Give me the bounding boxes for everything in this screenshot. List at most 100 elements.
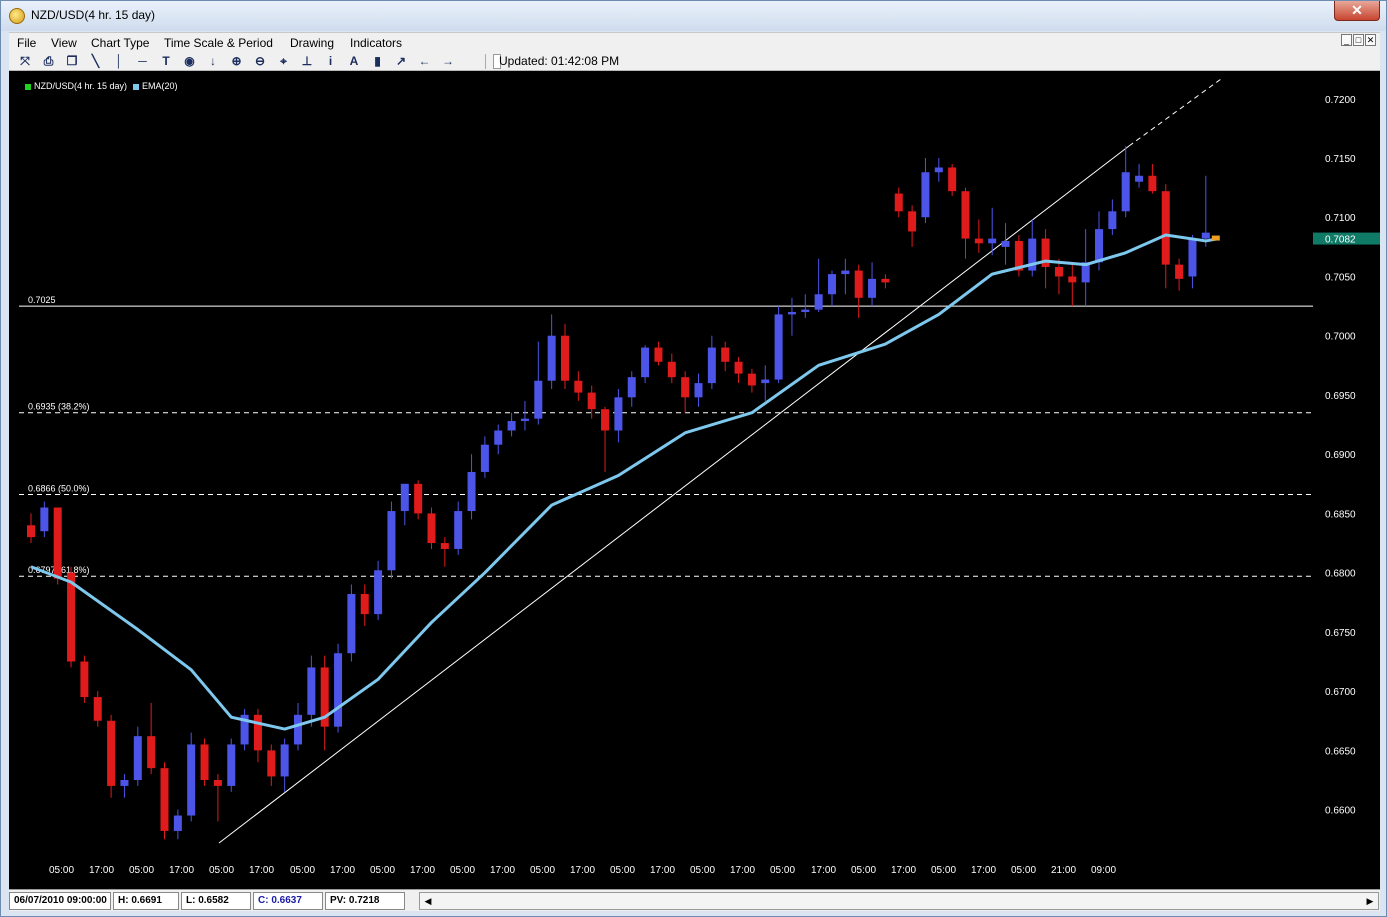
x-tick-label: 17:00 xyxy=(570,865,595,876)
candle-body xyxy=(467,471,476,512)
horizontal-line-icon[interactable]: ─ xyxy=(135,54,151,68)
x-tick-label: 05:00 xyxy=(450,865,475,876)
candle-body xyxy=(707,347,716,384)
toolbar-separator xyxy=(485,54,486,69)
horizontal-scrollbar[interactable]: ◀ ▶ xyxy=(419,892,1379,910)
x-tick-label: 05:00 xyxy=(530,865,555,876)
candle-body xyxy=(1175,264,1184,279)
circle-icon[interactable]: ◉ xyxy=(182,54,198,68)
pointer-icon[interactable]: ⤧ xyxy=(17,54,33,68)
baseline-icon[interactable]: ⊥ xyxy=(299,54,315,68)
candle-body xyxy=(574,380,583,393)
level-label: 0.6935 (38.2%) xyxy=(28,402,90,412)
candle-body xyxy=(374,570,383,615)
x-tick-label: 09:00 xyxy=(1091,865,1116,876)
candle-body xyxy=(894,193,903,212)
mdi-controls: _ □ ✕ xyxy=(1341,34,1376,48)
price-chart[interactable]: NZD/USD(4 hr. 15 day) EMA(20) 0.7200 0.71… xyxy=(9,71,1380,889)
y-tick-label: 0.7100 xyxy=(1325,213,1356,224)
print-icon[interactable]: ⎙ xyxy=(41,54,57,68)
title-bar[interactable]: NZD/USD(4 hr. 15 day) ✕ xyxy=(1,1,1386,31)
menu-drawing[interactable]: Drawing xyxy=(290,36,334,50)
copy-icon[interactable]: ❐ xyxy=(64,54,80,68)
info-icon[interactable]: i xyxy=(323,54,339,68)
y-tick-label: 0.6650 xyxy=(1325,746,1356,757)
y-tick-label: 0.6600 xyxy=(1325,806,1356,817)
candle-body xyxy=(454,511,463,549)
candle-body xyxy=(974,238,983,244)
candle-body xyxy=(681,377,690,398)
candle-body xyxy=(280,744,289,777)
status-high: H: 0.6691 xyxy=(113,892,179,910)
candle-body xyxy=(1068,276,1077,283)
x-tick-label: 05:00 xyxy=(610,865,635,876)
down-arrow-icon[interactable]: ↓ xyxy=(205,54,221,68)
candle-body xyxy=(587,392,596,410)
menu-time-scale[interactable]: Time Scale & Period xyxy=(164,36,273,50)
menu-chart-type[interactable]: Chart Type xyxy=(91,36,149,50)
x-tick-label: 05:00 xyxy=(690,865,715,876)
candle-body xyxy=(747,373,756,386)
fit-icon[interactable]: ⌖ xyxy=(276,54,292,68)
x-tick-label: 17:00 xyxy=(891,865,916,876)
candle-body xyxy=(841,270,850,275)
zoom-in-icon[interactable]: ⊕ xyxy=(229,54,245,68)
menu-view[interactable]: View xyxy=(51,36,77,50)
candle-body xyxy=(494,430,503,445)
x-tick-label: 17:00 xyxy=(490,865,515,876)
chart-canvas[interactable]: 0.7200 0.7150 0.7100 0.7050 0.7000 0.6950 0.69… xyxy=(9,71,1380,889)
candle-body xyxy=(27,525,35,538)
candle-body xyxy=(561,335,569,381)
y-tick-label: 0.7150 xyxy=(1325,154,1356,165)
x-tick-label: 21:00 xyxy=(1051,865,1076,876)
mdi-restore-button[interactable]: □ xyxy=(1353,34,1364,46)
vertical-line-icon[interactable]: │ xyxy=(111,54,127,68)
menu-bar: File View Chart Type Time Scale & Period… xyxy=(9,32,1380,52)
candle-body xyxy=(534,380,543,419)
chart-legend: NZD/USD(4 hr. 15 day) EMA(20) xyxy=(25,81,178,91)
scroll-left-button[interactable]: ◀ xyxy=(420,893,436,909)
candle-body xyxy=(387,511,396,571)
x-tick-label: 05:00 xyxy=(290,865,315,876)
candle-body xyxy=(400,483,409,512)
legend-item-price: NZD/USD(4 hr. 15 day) xyxy=(25,81,127,91)
y-tick-label: 0.6700 xyxy=(1325,687,1356,698)
x-tick-label: 17:00 xyxy=(730,865,755,876)
candle-body xyxy=(854,270,863,298)
mdi-minimize-button[interactable]: _ xyxy=(1341,34,1352,46)
candle-body xyxy=(908,211,917,232)
candle-body xyxy=(1108,211,1117,230)
candle-body xyxy=(1201,232,1210,239)
menu-file[interactable]: File xyxy=(17,36,36,50)
candle-body xyxy=(253,714,262,751)
candle-body xyxy=(694,383,703,398)
current-bar-marker xyxy=(1211,235,1220,241)
bar-chart-icon[interactable]: ▮ xyxy=(370,54,386,68)
candle-body xyxy=(961,191,970,239)
candle-body xyxy=(1148,175,1157,192)
zoom-out-icon[interactable]: ⊖ xyxy=(252,54,268,68)
close-button[interactable]: ✕ xyxy=(1334,1,1380,21)
y-tick-label: 0.6850 xyxy=(1325,509,1356,520)
legend-item-ema: EMA(20) xyxy=(133,81,178,91)
trendline-icon[interactable]: ╲ xyxy=(88,54,104,68)
status-pv: PV: 0.7218 xyxy=(325,892,405,910)
updated-time: Updated: 01:42:08 PM xyxy=(499,54,620,68)
font-icon[interactable]: A xyxy=(346,54,362,68)
text-icon[interactable]: T xyxy=(158,54,174,68)
candle-body xyxy=(200,744,209,780)
x-tick-label: 17:00 xyxy=(650,865,675,876)
level-label: 0.7025 xyxy=(28,295,56,305)
scroll-left-icon[interactable]: ← xyxy=(417,54,433,68)
x-tick-label: 05:00 xyxy=(851,865,876,876)
candle-body xyxy=(267,750,276,777)
candle-body xyxy=(480,444,489,472)
candle-body xyxy=(988,238,997,244)
last-price-label: 0.7082 xyxy=(1325,235,1356,246)
mdi-close-button[interactable]: ✕ xyxy=(1365,34,1376,46)
candle-body xyxy=(173,815,182,831)
scroll-right-button[interactable]: ▶ xyxy=(1362,893,1378,909)
menu-indicators[interactable]: Indicators xyxy=(350,36,402,50)
line-chart-icon[interactable]: ↗ xyxy=(393,54,409,68)
scroll-right-icon[interactable]: → xyxy=(440,54,456,68)
